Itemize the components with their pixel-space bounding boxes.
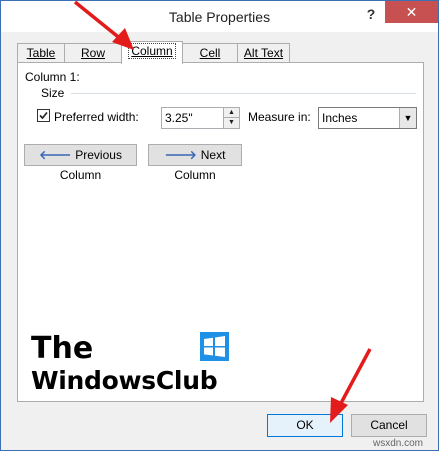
left-arrow-icon: 🡐 <box>39 148 72 162</box>
tab-table-label: Table <box>26 46 56 60</box>
cancel-label: Cancel <box>370 418 408 432</box>
preferred-width-checkbox[interactable] <box>37 109 50 122</box>
preferred-width-label: Preferred width: <box>54 110 139 124</box>
tab-alt-text[interactable]: Alt Text <box>237 43 290 63</box>
windows-logo-icon <box>200 332 229 361</box>
down-triangle-icon[interactable]: ▼ <box>224 118 239 128</box>
ok-label: OK <box>296 418 314 432</box>
tab-cell-label: Cell <box>199 46 221 60</box>
help-button[interactable]: ? <box>361 3 381 25</box>
watermark-the: The <box>31 331 94 366</box>
preferred-width-input[interactable]: 3.25" <box>161 107 225 129</box>
preferred-width-value: 3.25" <box>165 111 193 125</box>
tab-row[interactable]: Row <box>64 43 122 63</box>
tab-alt-text-label: Alt Text <box>243 46 284 60</box>
ok-button[interactable]: OK <box>267 414 343 437</box>
tab-column[interactable]: Column <box>121 41 183 64</box>
tab-row-label: Row <box>80 46 105 60</box>
width-spinner[interactable]: ▲ ▼ <box>223 107 240 129</box>
measure-in-label: Measure in: <box>248 110 311 124</box>
next-column-button[interactable]: 🡒 Next Column <box>148 144 242 182</box>
watermark-site: wsxdn.com <box>373 438 424 449</box>
previous-column-button[interactable]: 🡐 Previous Column <box>24 144 137 182</box>
tab-column-label: Column <box>128 43 176 59</box>
column-heading: Column 1: <box>25 70 80 84</box>
size-group-label: Size <box>41 86 65 100</box>
tab-cell[interactable]: Cell <box>182 43 238 63</box>
tab-table[interactable]: Table <box>17 43 65 63</box>
checkmark-icon <box>39 111 48 120</box>
chevron-down-icon[interactable]: ▼ <box>399 108 416 128</box>
measure-in-select[interactable]: Inches ▼ <box>318 107 417 129</box>
close-button[interactable]: ✕ <box>385 1 438 23</box>
table-properties-dialog: Table Properties ? ✕ Table Row Column Ce… <box>0 0 439 451</box>
title-bar[interactable]: Table Properties ? ✕ <box>1 1 438 32</box>
right-arrow-icon: 🡒 <box>164 148 197 162</box>
measure-in-value: Inches <box>322 111 358 125</box>
up-triangle-icon[interactable]: ▲ <box>224 108 239 118</box>
cancel-button[interactable]: Cancel <box>351 414 427 437</box>
size-divider <box>71 93 416 94</box>
watermark-windowsclub: WindowsClub <box>31 366 218 395</box>
